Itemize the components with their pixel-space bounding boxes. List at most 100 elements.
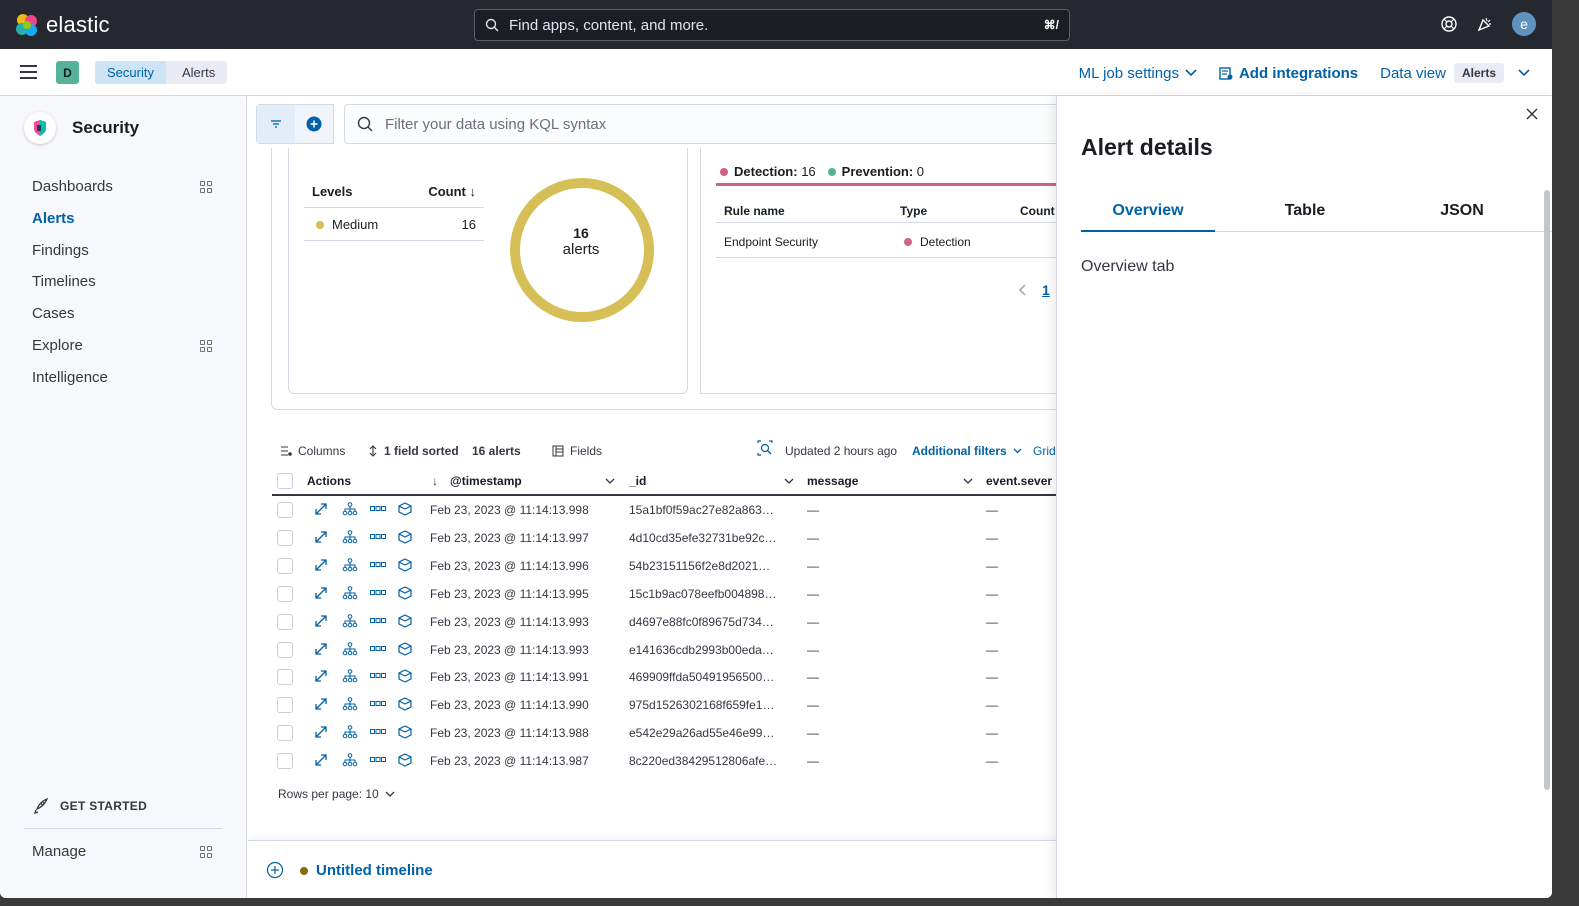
space-avatar[interactable]: D <box>56 61 79 84</box>
columns-button[interactable]: Columns <box>280 444 345 458</box>
chevron-down-icon[interactable] <box>784 478 794 485</box>
more-actions-icon[interactable] <box>370 753 386 767</box>
legend-prevention[interactable]: Prevention: 0 <box>827 164 924 179</box>
apps-grid-icon[interactable] <box>200 845 212 858</box>
expand-icon[interactable] <box>314 725 328 739</box>
more-actions-icon[interactable] <box>370 725 386 739</box>
more-actions-icon[interactable] <box>370 669 386 683</box>
menu-toggle-icon[interactable] <box>20 65 37 83</box>
inspect-icon[interactable] <box>756 440 774 456</box>
newsfeed-icon[interactable] <box>1476 15 1494 33</box>
add-filter-button[interactable] <box>295 105 333 143</box>
expand-icon[interactable] <box>314 530 328 544</box>
analyze-graph-icon[interactable] <box>342 669 358 683</box>
severity-row[interactable]: Medium 16 <box>304 207 484 241</box>
more-actions-icon[interactable] <box>370 642 386 656</box>
session-view-icon[interactable] <box>398 641 412 656</box>
data-view-picker[interactable]: Data view Alerts <box>1380 63 1530 83</box>
analyze-graph-icon[interactable] <box>342 502 358 516</box>
sidebar-item-cases[interactable]: Cases <box>32 305 212 322</box>
grid-view-button[interactable]: Grid <box>1033 444 1056 458</box>
apps-grid-icon[interactable] <box>200 339 212 352</box>
chevron-left-icon[interactable] <box>1018 284 1026 296</box>
analyze-graph-icon[interactable] <box>342 613 358 628</box>
table-row[interactable]: Feb 23, 2023 @ 11:14:13.990 975d152630216… <box>272 691 1056 719</box>
global-search-input[interactable]: Find apps, content, and more. ⌘/ <box>474 9 1070 41</box>
help-icon[interactable] <box>1440 15 1458 33</box>
legend-detection[interactable]: Detection: 16 <box>720 164 816 179</box>
table-row[interactable]: Feb 23, 2023 @ 11:14:13.987 8c220ed384295… <box>272 747 1056 775</box>
session-view-icon[interactable] <box>398 530 412 544</box>
row-checkbox[interactable] <box>277 641 293 658</box>
row-checkbox[interactable] <box>277 557 293 574</box>
analyze-graph-icon[interactable] <box>342 557 358 572</box>
table-row[interactable]: Feb 23, 2023 @ 11:14:13.996 54b23151156f2… <box>272 552 1056 580</box>
analyze-graph-icon[interactable] <box>342 725 358 739</box>
message-header[interactable]: message <box>807 474 858 488</box>
user-avatar[interactable]: e <box>1512 12 1536 36</box>
rows-per-page-button[interactable]: Rows per page: 10 <box>278 787 395 801</box>
count-header[interactable]: Count ↓ <box>428 184 476 199</box>
analyze-graph-icon[interactable] <box>342 585 358 600</box>
expand-icon[interactable] <box>314 558 328 572</box>
page-scrollbar[interactable] <box>1544 190 1550 790</box>
more-actions-icon[interactable] <box>370 614 386 628</box>
analyze-graph-icon[interactable] <box>342 753 358 767</box>
rules-table-row[interactable]: Endpoint Security Detection <box>716 224 1056 258</box>
timeline-status[interactable]: Untitled timeline <box>300 862 433 879</box>
session-view-icon[interactable] <box>398 669 412 684</box>
expand-icon[interactable] <box>314 586 328 600</box>
elastic-logo[interactable]: elastic <box>14 12 110 38</box>
breadcrumb-security[interactable]: Security <box>95 61 166 84</box>
row-checkbox[interactable] <box>277 697 293 714</box>
expand-icon[interactable] <box>314 502 328 516</box>
expand-icon[interactable] <box>314 697 328 711</box>
session-view-icon[interactable] <box>398 586 412 600</box>
analyze-graph-icon[interactable] <box>342 530 358 544</box>
expand-icon[interactable] <box>314 642 328 656</box>
session-view-icon[interactable] <box>398 558 412 572</box>
apps-grid-icon[interactable] <box>200 180 212 193</box>
sidebar-item-findings[interactable]: Findings <box>32 242 212 259</box>
id-header[interactable]: _id <box>629 474 646 488</box>
sidebar-item-timelines[interactable]: Timelines <box>32 273 212 290</box>
row-checkbox[interactable] <box>277 529 293 546</box>
sidebar-item-manage[interactable]: Manage <box>32 843 212 860</box>
select-all-checkbox[interactable] <box>277 473 293 489</box>
row-checkbox[interactable] <box>277 502 293 518</box>
table-row[interactable]: Feb 23, 2023 @ 11:14:13.993 d4697e88fc0f8… <box>272 608 1056 636</box>
tab-json[interactable]: JSON <box>1395 202 1529 232</box>
session-view-icon[interactable] <box>398 753 412 767</box>
analyze-graph-icon[interactable] <box>342 641 358 656</box>
sidebar-item-explore[interactable]: Explore <box>32 337 212 354</box>
sidebar-item-dashboards[interactable]: Dashboards <box>32 178 212 195</box>
additional-filters-button[interactable]: Additional filters <box>912 444 1022 458</box>
row-checkbox[interactable] <box>277 725 293 742</box>
expand-icon[interactable] <box>314 614 328 628</box>
row-checkbox[interactable] <box>277 585 293 602</box>
table-row[interactable]: Feb 23, 2023 @ 11:14:13.993 e141636cdb299… <box>272 636 1056 664</box>
fields-button[interactable]: Fields <box>552 444 602 458</box>
add-integrations-button[interactable]: Add integrations <box>1219 65 1358 82</box>
close-icon[interactable] <box>1526 108 1538 120</box>
sidebar-item-alerts[interactable]: Alerts <box>32 210 212 227</box>
table-row[interactable]: Feb 23, 2023 @ 11:14:13.995 15c1b9ac078ee… <box>272 580 1056 608</box>
row-checkbox[interactable] <box>277 669 293 686</box>
timestamp-header[interactable]: @timestamp <box>450 474 522 488</box>
session-view-icon[interactable] <box>398 725 412 739</box>
more-actions-icon[interactable] <box>370 586 386 600</box>
page-1-button[interactable]: 1 <box>1042 282 1050 298</box>
session-view-icon[interactable] <box>398 613 412 628</box>
add-timeline-icon[interactable] <box>266 861 284 879</box>
filter-menu-button[interactable] <box>257 105 295 143</box>
sidebar-item-intelligence[interactable]: Intelligence <box>32 369 212 386</box>
chevron-down-icon[interactable] <box>605 478 615 485</box>
ml-job-settings-button[interactable]: ML job settings <box>1079 65 1197 82</box>
get-started-link[interactable]: GET STARTED <box>32 798 147 814</box>
table-row[interactable]: Feb 23, 2023 @ 11:14:13.991 469909ffda504… <box>272 663 1056 691</box>
chevron-down-icon[interactable] <box>963 478 973 485</box>
table-row[interactable]: Feb 23, 2023 @ 11:14:13.998 15a1bf0f59ac2… <box>272 496 1056 524</box>
tab-table[interactable]: Table <box>1238 202 1372 232</box>
severity-header[interactable]: event.sever <box>986 474 1052 488</box>
table-row[interactable]: Feb 23, 2023 @ 11:14:13.997 4d10cd35efe32… <box>272 524 1056 552</box>
